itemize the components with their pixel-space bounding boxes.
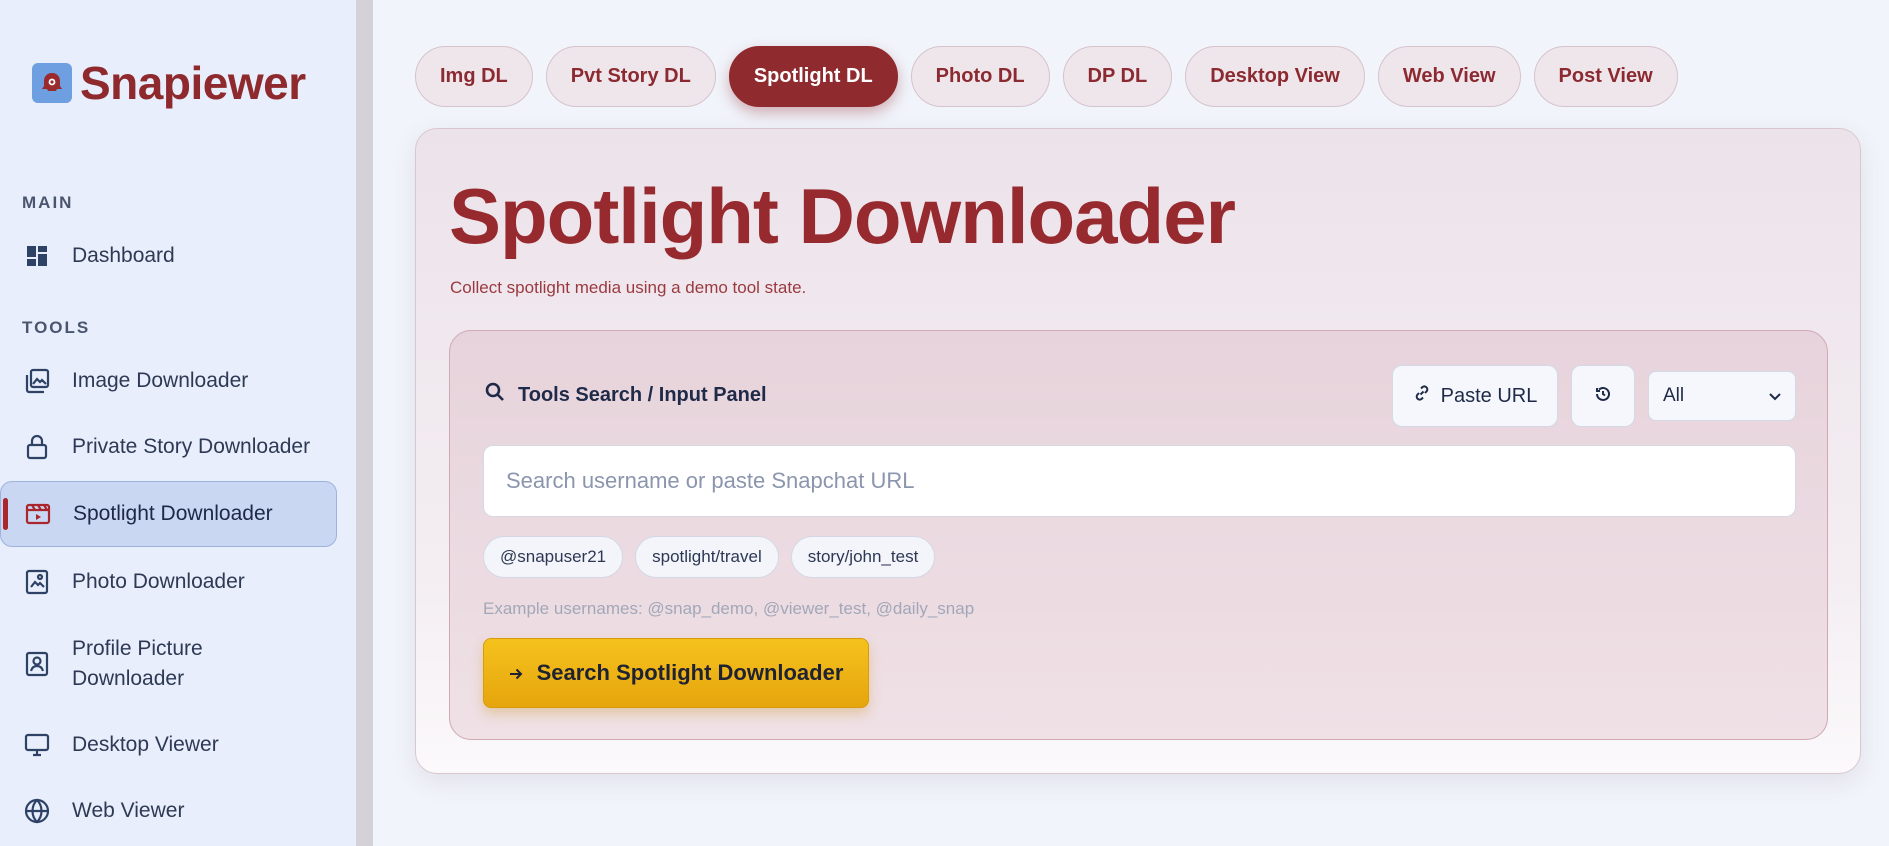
history-button[interactable] (1571, 365, 1635, 427)
link-icon (1413, 384, 1431, 408)
sidebar-item-label: Desktop Viewer (72, 733, 219, 756)
suggestion-chip[interactable]: story/john_test (790, 536, 936, 578)
suggestion-chip[interactable]: @snapuser21 (483, 536, 624, 578)
brand[interactable]: Snapiewer (32, 56, 306, 110)
sidebar-item-private-story-downloader[interactable]: Private Story Downloader (0, 431, 337, 463)
tab-web-view[interactable]: Web View (1377, 46, 1521, 107)
label-line-1: Profile Picture (72, 637, 203, 660)
tab-img-dl[interactable]: Img DL (415, 46, 533, 107)
sidebar-item-label: Image Downloader (72, 369, 249, 392)
tab-spotlight-dl[interactable]: Spotlight DL (728, 46, 898, 107)
history-icon (1594, 385, 1612, 408)
photo-icon (24, 569, 50, 595)
arrow-right-icon (509, 660, 523, 686)
sidebar-item-label: Web Viewer (72, 799, 185, 822)
paste-url-button[interactable]: Paste URL (1392, 365, 1558, 427)
chevron-down-icon (1769, 385, 1781, 407)
input-panel: Tools Search / Input Panel Paste URL All… (449, 330, 1828, 740)
sidebar-item-label: Dashboard (72, 244, 175, 267)
sidebar-item-label: Photo Downloader (72, 570, 245, 593)
page-title: Spotlight Downloader (449, 172, 1236, 260)
sidebar-item-label: Private Story Downloader (72, 435, 311, 458)
sidebar-item-spotlight-downloader[interactable]: Spotlight Downloader (0, 481, 337, 547)
label-line-2: Downloader (72, 667, 185, 690)
search-input[interactable] (483, 445, 1796, 517)
search-button[interactable]: Search Spotlight Downloader (483, 638, 869, 708)
sidebar-item-desktop-viewer[interactable]: Desktop Viewer (0, 729, 337, 761)
image-stack-icon (24, 368, 50, 394)
filter-select[interactable]: All (1648, 371, 1796, 421)
sidebar-scrollbar[interactable] (356, 0, 373, 846)
dashboard-icon (24, 243, 50, 269)
sidebar-item-photo-downloader[interactable]: Photo Downloader (0, 566, 337, 598)
page-subtitle: Collect spotlight media using a demo too… (450, 278, 807, 297)
monitor-icon (24, 732, 50, 758)
suggestion-chip[interactable]: spotlight/travel (635, 536, 779, 578)
sidebar-item-label: Profile Picture Downloader (72, 634, 203, 694)
panel-heading-text: Tools Search / Input Panel (518, 383, 767, 406)
paste-url-label: Paste URL (1440, 384, 1538, 407)
section-label-main: MAIN (22, 193, 74, 212)
sidebar-item-label: Spotlight Downloader (73, 502, 273, 525)
brand-name: Snapiewer (80, 57, 306, 109)
sidebar: Snapiewer MAIN Dashboard TOOLS Image Dow… (0, 0, 356, 846)
search-button-label: Search Spotlight Downloader (536, 660, 844, 685)
tab-post-view[interactable]: Post View (1533, 46, 1678, 107)
tab-pvt-story-dl[interactable]: Pvt Story DL (545, 46, 716, 107)
tab-desktop-view[interactable]: Desktop View (1185, 46, 1365, 107)
ghost-logo-icon (32, 63, 72, 103)
video-clip-icon (25, 501, 51, 527)
tab-photo-dl[interactable]: Photo DL (910, 46, 1050, 107)
sidebar-item-image-downloader[interactable]: Image Downloader (0, 365, 337, 397)
main-card: Spotlight Downloader Collect spotlight m… (415, 128, 1861, 774)
example-usernames: Example usernames: @snap_demo, @viewer_t… (483, 599, 975, 618)
globe-icon (24, 798, 50, 824)
filter-select-value: All (1663, 385, 1685, 406)
panel-heading: Tools Search / Input Panel (484, 381, 767, 409)
suggestion-chips: @snapuser21 spotlight/travel story/john_… (483, 536, 936, 578)
tool-tabs: Img DL Pvt Story DL Spotlight DL Photo D… (415, 46, 1678, 107)
portrait-icon (24, 651, 50, 677)
search-icon (484, 381, 506, 409)
tab-dp-dl[interactable]: DP DL (1062, 46, 1173, 107)
section-label-tools: TOOLS (22, 318, 91, 337)
sidebar-item-profile-picture-downloader[interactable]: Profile Picture Downloader (0, 632, 337, 696)
sidebar-item-dashboard[interactable]: Dashboard (0, 240, 337, 272)
lock-icon (24, 434, 50, 460)
sidebar-item-web-viewer[interactable]: Web Viewer (0, 795, 337, 827)
